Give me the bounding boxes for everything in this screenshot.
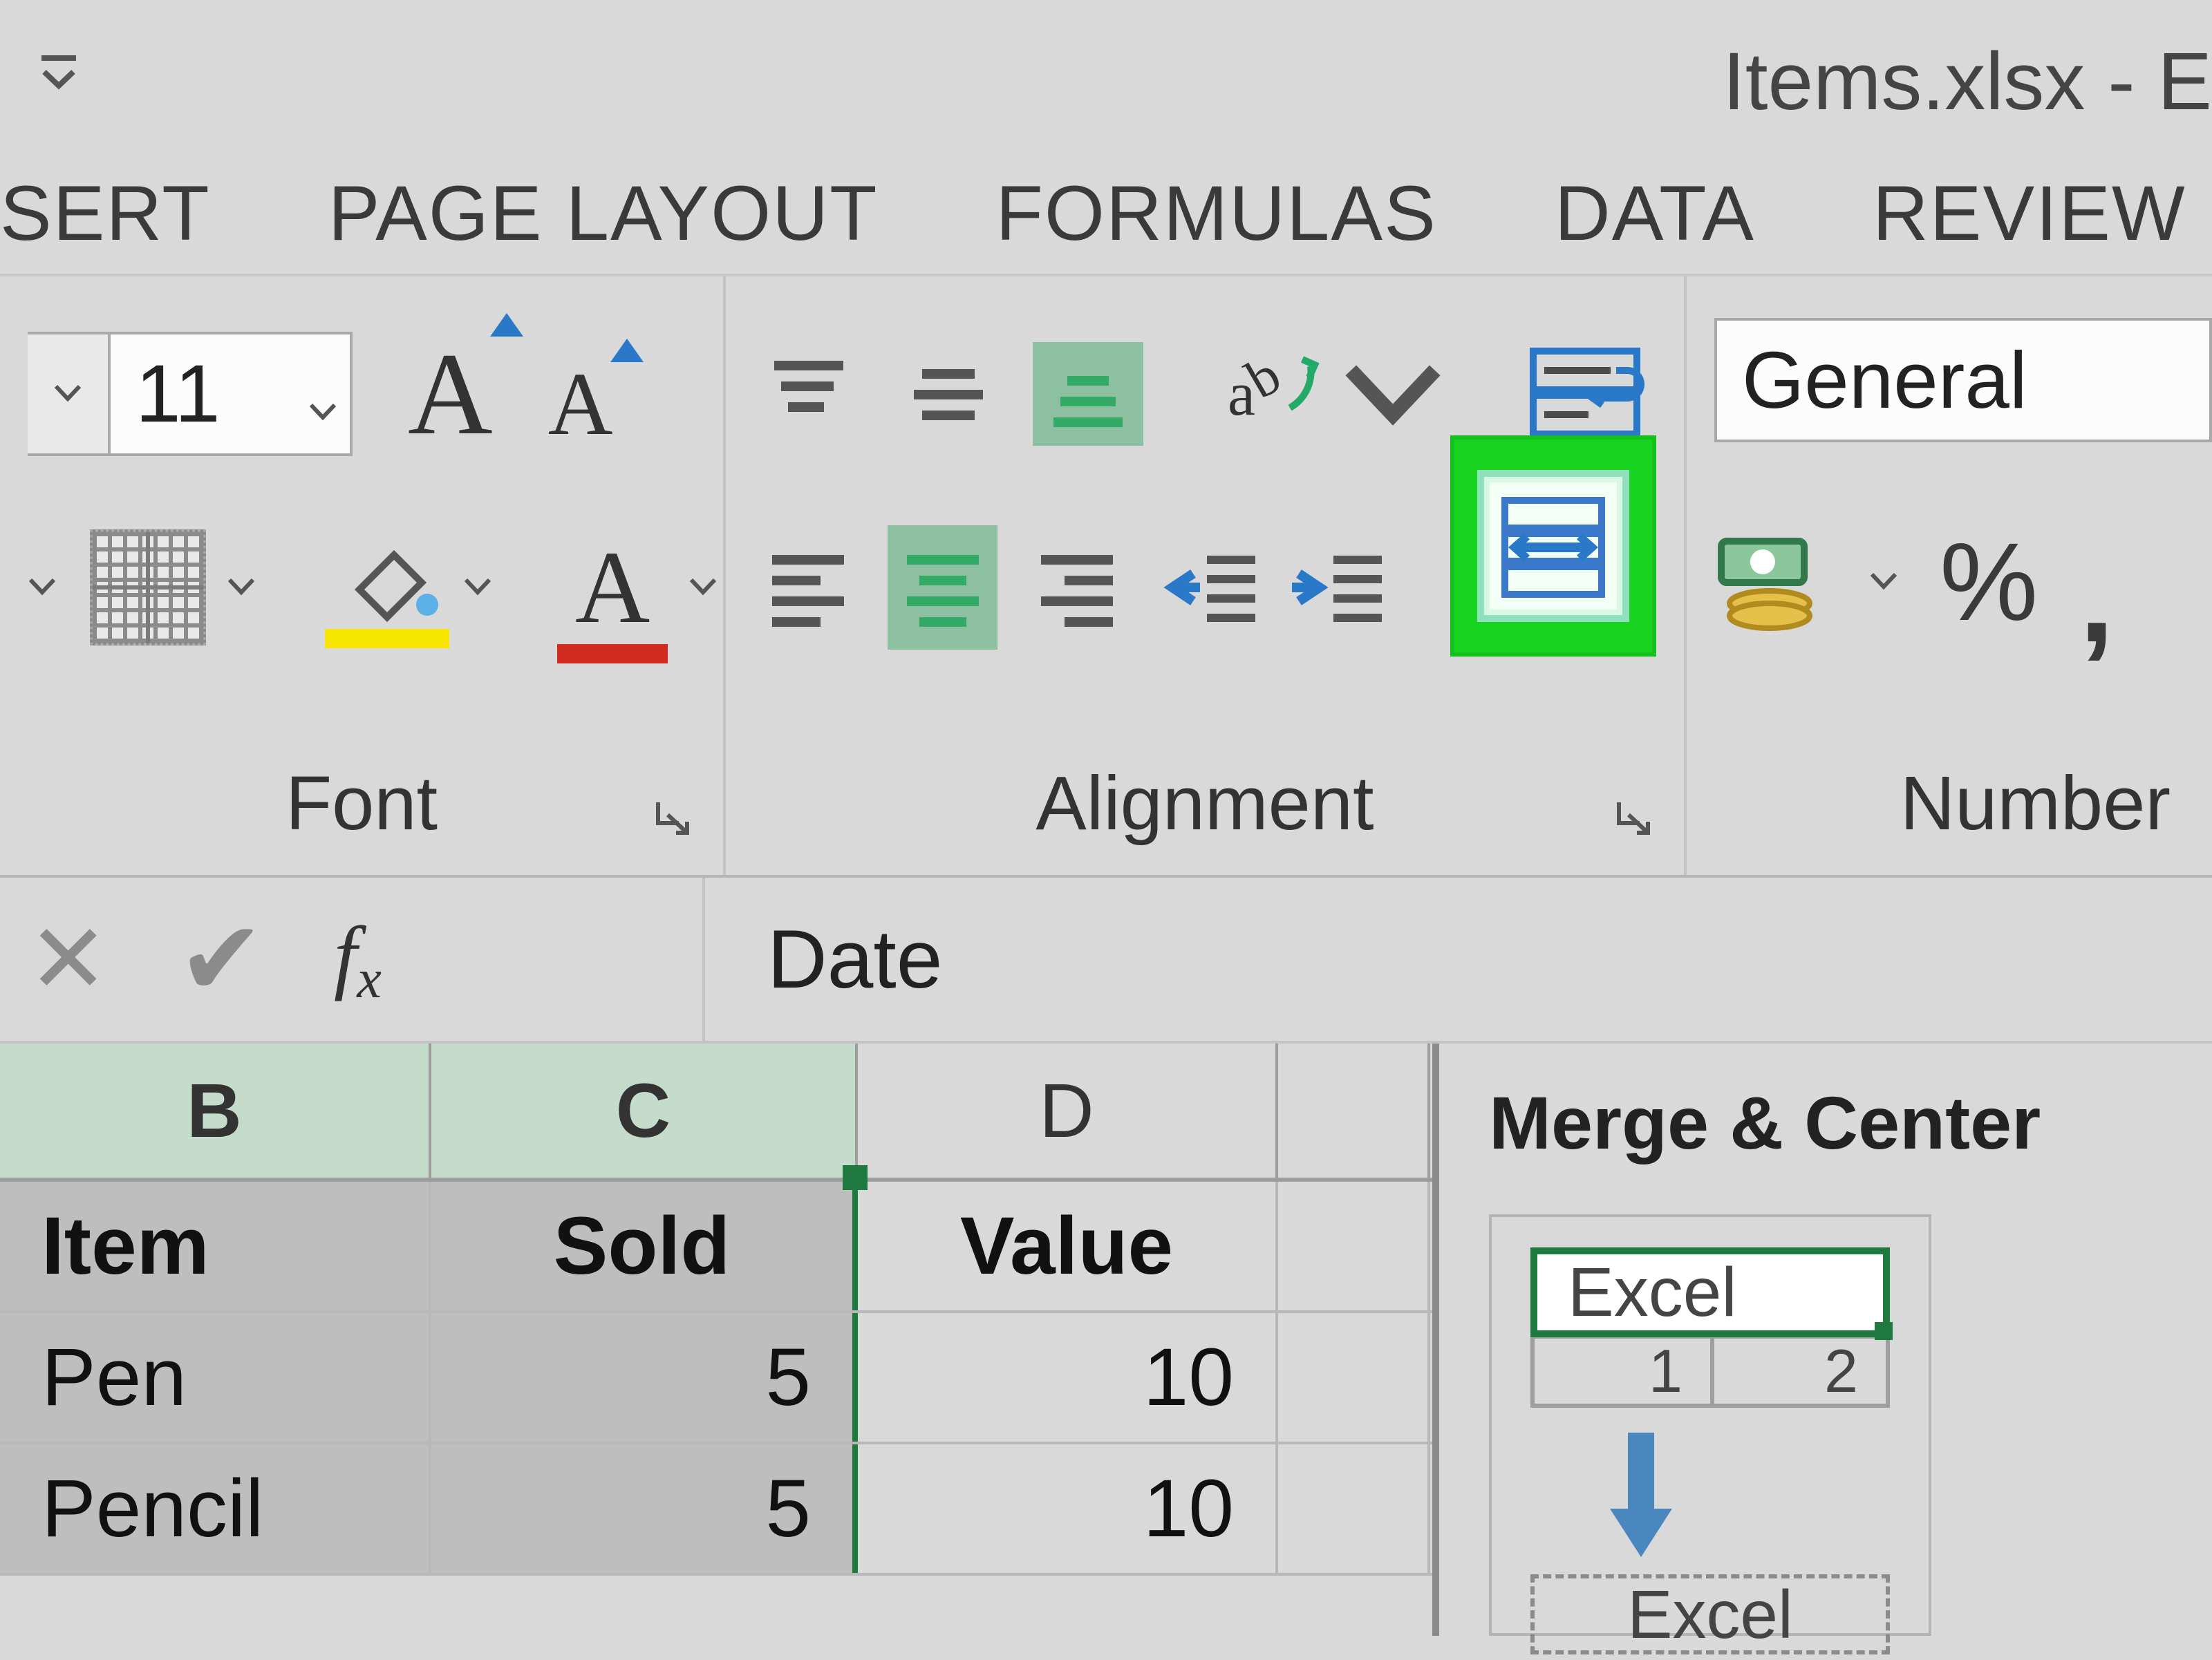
align-left-button[interactable] (753, 525, 863, 650)
fx-f: f (334, 909, 357, 1001)
tooltip-title: Merge & Center (1489, 1079, 2212, 1166)
font-extras-dropdown[interactable] (28, 525, 57, 650)
chevron-down-icon (688, 576, 718, 600)
number-format-value: General (1742, 334, 2027, 426)
cell-d1[interactable]: Value (858, 1182, 1278, 1310)
merge-center-icon (1477, 470, 1629, 622)
orientation-button[interactable]: a b (1221, 344, 1445, 444)
group-label-font: Font (285, 760, 438, 847)
alignment-dialog-launcher[interactable] (1615, 798, 1653, 840)
percent-style-button[interactable]: % (1940, 518, 2038, 645)
font-size-value: 11 (135, 347, 221, 441)
tab-insert[interactable]: SERT (0, 169, 211, 258)
tab-review[interactable]: REVIEW (1873, 169, 2186, 258)
merge-center-button-highlighted[interactable] (1450, 435, 1656, 657)
chevron-down-icon (463, 576, 492, 600)
borders-button[interactable] (90, 529, 256, 645)
tooltip-cell-1: 1 (1530, 1334, 1710, 1408)
chevron-down-icon (1341, 344, 1445, 444)
tab-data[interactable]: DATA (1555, 169, 1755, 258)
triangle-icon (490, 313, 523, 337)
increase-font-size-button[interactable]: A (408, 327, 493, 462)
insert-function-button[interactable]: fx (334, 908, 382, 1011)
cell-c3[interactable]: 5 (431, 1444, 858, 1573)
cell-c2[interactable]: 5 (431, 1313, 858, 1442)
chevron-down-icon (28, 576, 57, 600)
cell-b3[interactable]: Pencil (0, 1444, 431, 1573)
col-header-b[interactable]: B (0, 1044, 431, 1178)
cell-d3[interactable]: 10 (858, 1444, 1278, 1573)
chevron-down-icon (308, 347, 337, 441)
merge-center-tooltip: Merge & Center Excel 1 2 Excel (1439, 1044, 2212, 1636)
table-row: Pencil 5 10 (0, 1444, 1432, 1576)
col-header-c[interactable]: C (431, 1044, 858, 1178)
decrease-font-size-button[interactable]: A (548, 352, 613, 456)
fill-color-button[interactable] (339, 541, 492, 634)
font-group: 11 A A (0, 276, 726, 875)
tab-formulas[interactable]: FORMULAS (996, 169, 1437, 258)
comma-style-button[interactable]: , (2079, 568, 2114, 630)
wrap-text-button[interactable] (1528, 344, 1645, 444)
increase-indent-button[interactable] (1283, 525, 1392, 650)
font-color-icon: A (575, 528, 650, 647)
table-row: Pen 5 10 (0, 1313, 1432, 1444)
col-header-d[interactable]: D (858, 1044, 1278, 1178)
decrease-indent-button[interactable] (1156, 525, 1266, 650)
align-right-button[interactable] (1022, 525, 1132, 650)
tooltip-cell-2: 2 (1710, 1334, 1890, 1408)
ribbon-tabs: SERT PAGE LAYOUT FORMULAS DATA REVIEW V (0, 152, 2212, 276)
column-headers: B C D (0, 1044, 1432, 1182)
tab-page-layout[interactable]: PAGE LAYOUT (328, 169, 879, 258)
table-row: Item Sold Value (0, 1182, 1432, 1313)
accounting-format-button[interactable] (1714, 529, 1828, 636)
alignment-group: a b (726, 276, 1687, 875)
align-top-button[interactable] (753, 342, 864, 446)
number-group: General % , Number (1687, 276, 2212, 875)
tooltip-merged-cell: Excel (1530, 1247, 1890, 1337)
formula-input[interactable]: Date (705, 878, 2212, 1041)
cell-d2[interactable]: 10 (858, 1313, 1278, 1442)
paint-bucket-icon (339, 541, 435, 634)
number-format-dropdown[interactable]: General (1714, 318, 2212, 442)
cell-c1[interactable]: Sold (431, 1182, 858, 1310)
font-name-dropdown[interactable] (28, 332, 111, 456)
align-center-button[interactable] (888, 525, 997, 650)
chevron-down-icon (1869, 570, 1898, 594)
chevron-down-icon (53, 382, 82, 406)
cell-e2[interactable] (1278, 1313, 1430, 1442)
cell-b1[interactable]: Item (0, 1182, 431, 1310)
formula-bar: ✕ ✔ fx Date (0, 878, 2212, 1044)
lower-area: B C D Item Sold Value Pen 5 10 Pencil 5 … (0, 1044, 2212, 1636)
font-dialog-launcher[interactable] (654, 798, 693, 840)
align-bottom-button[interactable] (1033, 342, 1143, 446)
window-title: Items.xlsx - E (1723, 35, 2212, 129)
borders-icon (90, 529, 206, 645)
cell-e1[interactable] (1278, 1182, 1430, 1310)
spreadsheet[interactable]: B C D Item Sold Value Pen 5 10 Pencil 5 … (0, 1044, 1439, 1636)
tooltip-result-cell: Excel (1530, 1574, 1890, 1654)
font-color-button[interactable]: A (575, 528, 718, 647)
titlebar: Items.xlsx - E (0, 0, 2212, 152)
arrow-down-icon (1596, 1426, 1686, 1567)
group-label-alignment: Alignment (1035, 760, 1374, 847)
triangle-icon (610, 339, 644, 362)
tooltip-illustration: Excel 1 2 Excel (1489, 1214, 1931, 1636)
align-middle-button[interactable] (893, 342, 1004, 446)
cell-b2[interactable]: Pen (0, 1313, 431, 1442)
accept-entry-button[interactable]: ✔ (178, 899, 265, 1019)
font-size-dropdown[interactable]: 11 (111, 332, 353, 456)
ribbon: 11 A A (0, 276, 2212, 878)
cancel-entry-button[interactable]: ✕ (28, 903, 109, 1016)
chevron-down-icon (227, 576, 256, 600)
fx-x: x (357, 949, 382, 1010)
group-label-number: Number (1900, 760, 2171, 847)
customize-qat-dropdown[interactable] (35, 48, 83, 93)
col-header-e[interactable] (1278, 1044, 1430, 1178)
formula-value: Date (767, 912, 942, 1007)
cell-e3[interactable] (1278, 1444, 1430, 1573)
